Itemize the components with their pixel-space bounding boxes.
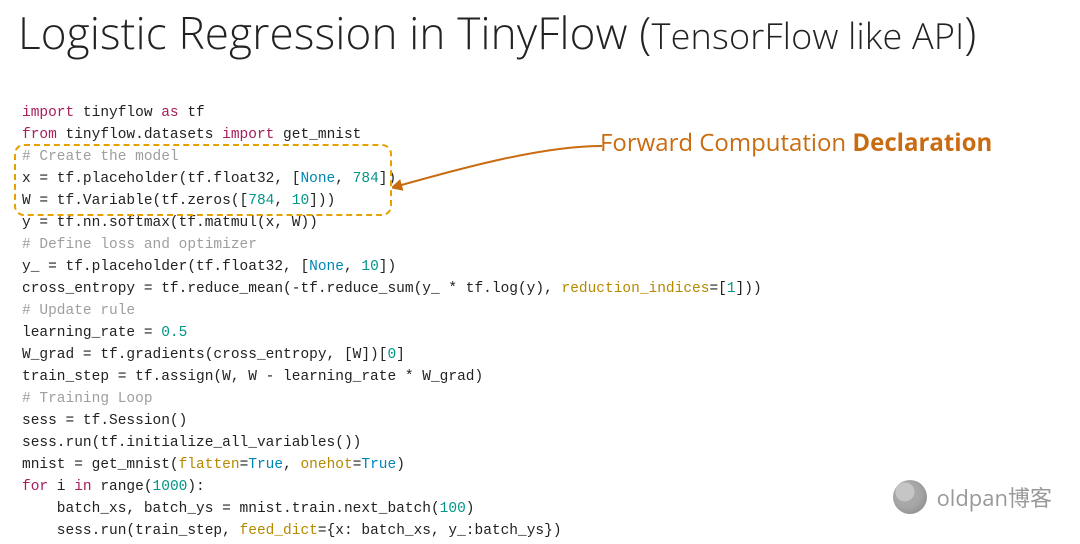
slide-title: Logistic Regression in TinyFlow (TensorF… [18, 2, 977, 62]
watermark-icon [893, 480, 927, 514]
kw-import: import [22, 105, 74, 121]
watermark: oldpan博客 [893, 480, 1052, 514]
title-close: ) [964, 2, 976, 62]
highlight-box [14, 144, 392, 216]
comment-loss: # Define loss and optimizer [22, 237, 257, 253]
comment-training: # Training Loop [22, 391, 153, 407]
title-sub: TensorFlow like API [651, 11, 964, 60]
watermark-text: oldpan博客 [937, 481, 1052, 513]
comment-update: # Update rule [22, 303, 135, 319]
title-main: Logistic Regression in TinyFlow ( [18, 2, 651, 62]
callout-label: Forward Computation Declaration [600, 126, 992, 159]
slide: Logistic Regression in TinyFlow (TensorF… [0, 0, 1080, 544]
